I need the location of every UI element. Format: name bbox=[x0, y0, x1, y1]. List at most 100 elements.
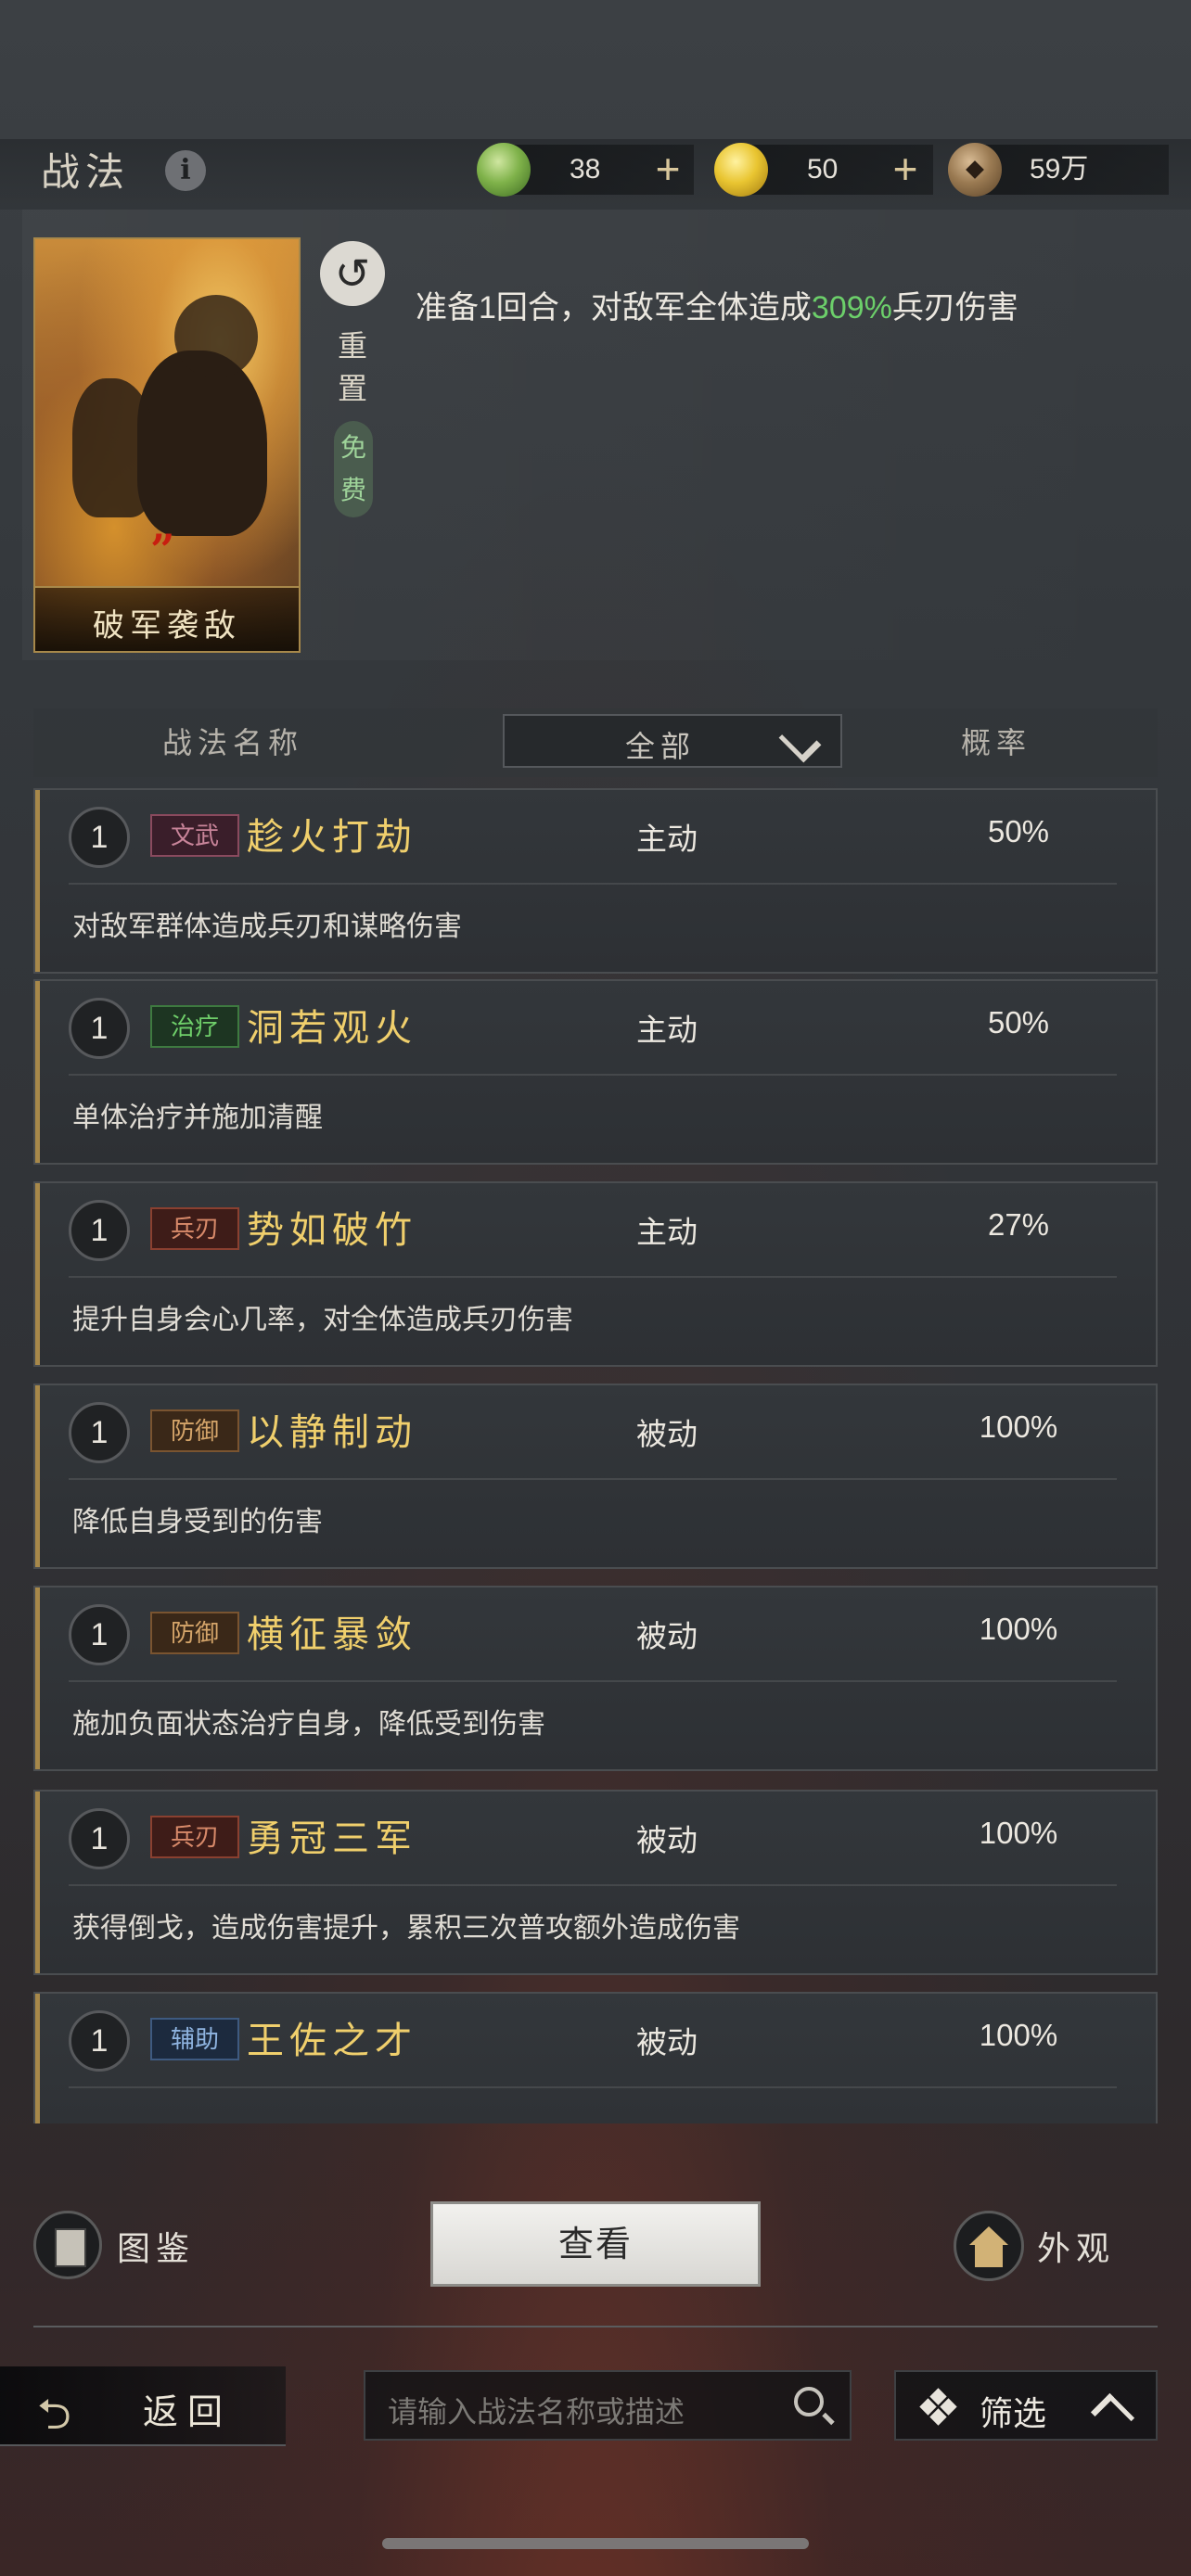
skill-row[interactable]: 1 文武 趁火打劫 主动 50% 对敌军群体造成兵刃和谋略伤害 bbox=[33, 788, 1158, 974]
horse-rider-art bbox=[72, 378, 156, 517]
skill-row[interactable]: 1 治疗 洞若观火 主动 50% 单体治疗并施加清醒 bbox=[33, 979, 1158, 1165]
row-edge bbox=[35, 1183, 40, 1365]
skill-rate: 100% bbox=[979, 1612, 1058, 1646]
desc-text-tail: 兵刃伤害 bbox=[891, 290, 1018, 325]
resource-gold: 50 + bbox=[714, 143, 933, 197]
chevron-down-icon bbox=[778, 720, 822, 763]
row-divider bbox=[69, 883, 1117, 885]
skill-name: 勇冠三军 bbox=[247, 1817, 417, 1860]
copper-value: 59万 bbox=[1030, 154, 1089, 185]
row-divider bbox=[69, 1276, 1117, 1278]
row-divider bbox=[69, 1074, 1117, 1076]
gold-add-button[interactable]: + bbox=[887, 145, 924, 195]
desc-highlight: 309% bbox=[811, 290, 892, 325]
skill-tag: 治疗 bbox=[150, 1005, 239, 1048]
row-divider bbox=[69, 2086, 1117, 2088]
desc-text: 准备1回合，对敌军全体造成 bbox=[416, 290, 812, 325]
skill-rate: 100% bbox=[979, 1409, 1058, 1444]
search-icon[interactable] bbox=[794, 2387, 824, 2417]
skill-card[interactable]: ” 破军袭敌 bbox=[33, 237, 301, 653]
codex-button[interactable]: 图鉴 bbox=[117, 2222, 195, 2270]
skill-type: 被动 bbox=[636, 2025, 698, 2060]
skill-type: 被动 bbox=[636, 1417, 698, 1451]
resource-copper: 59万 bbox=[948, 143, 1169, 197]
skill-rate: 100% bbox=[979, 2018, 1058, 2052]
skill-tag: 辅助 bbox=[150, 2018, 239, 2060]
row-edge bbox=[35, 1385, 40, 1567]
skill-desc: 降低自身受到的伤害 bbox=[72, 1507, 323, 1537]
reset-button[interactable]: 重置 bbox=[334, 325, 371, 410]
jade-coin-icon bbox=[477, 143, 531, 197]
skill-rate: 27% bbox=[987, 1207, 1050, 1242]
level-badge: 1 bbox=[69, 807, 130, 868]
skill-type: 主动 bbox=[636, 1215, 698, 1249]
jade-value: 38 bbox=[570, 154, 601, 185]
jade-add-button[interactable]: + bbox=[649, 145, 686, 195]
reset-icon[interactable]: ↺ bbox=[320, 241, 385, 306]
row-edge bbox=[35, 1588, 40, 1769]
skill-row[interactable]: 1 防御 横征暴敛 被动 100% 施加负面状态治疗自身，降低受到伤害 bbox=[33, 1586, 1158, 1771]
skill-row[interactable]: 1 辅助 王佐之才 被动 100% bbox=[33, 1992, 1158, 2123]
skill-desc: 施加负面状态治疗自身，降低受到伤害 bbox=[72, 1709, 545, 1740]
skill-desc: 提升自身会心几率，对全体造成兵刃伤害 bbox=[72, 1305, 573, 1335]
skill-rate: 50% bbox=[987, 814, 1050, 848]
free-badge: 免费 bbox=[334, 421, 373, 517]
skill-description: 准备1回合，对敌军全体造成309%兵刃伤害 bbox=[416, 282, 1102, 334]
skill-tag: 文武 bbox=[150, 814, 239, 857]
skill-name: 横征暴敛 bbox=[247, 1613, 417, 1656]
back-label: 返回 bbox=[143, 2391, 233, 2432]
rider-art bbox=[174, 295, 258, 378]
skill-row[interactable]: 1 防御 以静制动 被动 100% 降低自身受到的伤害 bbox=[33, 1384, 1158, 1569]
skill-rate: 100% bbox=[979, 1816, 1058, 1850]
search-placeholder: 请输入战法名称或描述 bbox=[388, 2395, 685, 2429]
row-edge bbox=[35, 981, 40, 1163]
info-icon[interactable]: i bbox=[165, 150, 206, 191]
horse-rider-art bbox=[137, 351, 267, 536]
home-indicator[interactable] bbox=[382, 2538, 809, 2549]
column-rate: 概率 bbox=[961, 725, 1032, 760]
search-input[interactable]: 请输入战法名称或描述 bbox=[364, 2370, 852, 2441]
skill-desc: 获得倒戈，造成伤害提升，累积三次普攻额外造成伤害 bbox=[72, 1913, 740, 1944]
row-divider bbox=[69, 1478, 1117, 1480]
page-title: 战法 bbox=[41, 149, 131, 195]
back-button[interactable]: ⮌ 返回 bbox=[0, 2366, 286, 2446]
skill-name: 王佐之才 bbox=[247, 2020, 417, 2062]
level-badge: 1 bbox=[69, 1604, 130, 1665]
view-button[interactable]: 查看 bbox=[430, 2201, 761, 2287]
column-skill-name: 战法名称 bbox=[162, 725, 304, 760]
appearance-button[interactable]: 外观 bbox=[1037, 2222, 1115, 2270]
dropdown-value: 全部 bbox=[625, 729, 697, 764]
pavilion-icon[interactable] bbox=[954, 2211, 1024, 2281]
skill-type: 被动 bbox=[636, 1823, 698, 1857]
divider bbox=[33, 2326, 1158, 2327]
skill-row[interactable]: 1 兵刃 勇冠三军 被动 100% 获得倒戈，造成伤害提升，累积三次普攻额外造成… bbox=[33, 1790, 1158, 1975]
level-badge: 1 bbox=[69, 998, 130, 1059]
book-icon[interactable] bbox=[33, 2211, 102, 2279]
skill-name: 趁火打劫 bbox=[247, 816, 417, 859]
skill-tag: 兵刃 bbox=[150, 1207, 239, 1250]
skill-tag: 兵刃 bbox=[150, 1816, 239, 1858]
skill-name: 势如破竹 bbox=[247, 1209, 417, 1252]
skill-list[interactable]: 1 文武 趁火打劫 主动 50% 对敌军群体造成兵刃和谋略伤害 1 治疗 洞若观… bbox=[33, 788, 1158, 2123]
filter-label: 筛选 bbox=[980, 2395, 1047, 2433]
filter-button[interactable]: 筛选 bbox=[894, 2370, 1158, 2441]
skill-rate: 50% bbox=[987, 1005, 1050, 1039]
level-badge: 1 bbox=[69, 1402, 130, 1463]
filter-icon bbox=[919, 2388, 957, 2426]
copper-coin-icon bbox=[948, 143, 1002, 197]
card-name: 破军袭敌 bbox=[93, 607, 241, 644]
skill-name: 以静制动 bbox=[247, 1411, 417, 1454]
skill-row[interactable]: 1 兵刃 势如破竹 主动 27% 提升自身会心几率，对全体造成兵刃伤害 bbox=[33, 1181, 1158, 1367]
skill-tag: 防御 bbox=[150, 1409, 239, 1452]
gold-value: 50 bbox=[807, 154, 839, 185]
row-edge bbox=[35, 1792, 40, 1973]
chevron-up-icon bbox=[1090, 2392, 1135, 2438]
category-dropdown[interactable]: 全部 bbox=[503, 714, 842, 768]
skill-desc: 单体治疗并施加清醒 bbox=[72, 1103, 323, 1133]
gold-coin-icon bbox=[714, 143, 768, 197]
level-badge: 1 bbox=[69, 2010, 130, 2072]
skill-type: 主动 bbox=[636, 1013, 698, 1047]
back-arrow-icon: ⮌ bbox=[37, 2389, 71, 2439]
card-mark: ” bbox=[150, 525, 175, 575]
row-divider bbox=[69, 1680, 1117, 1682]
